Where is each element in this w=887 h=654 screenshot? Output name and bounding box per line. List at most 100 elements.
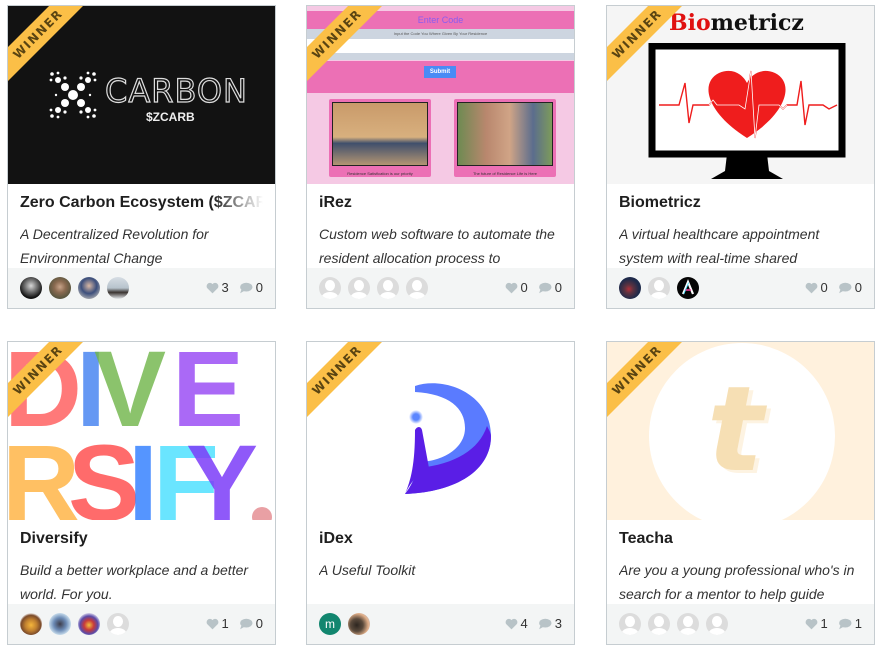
project-title[interactable]: Zero Carbon Ecosystem ($ZCARB): [20, 194, 263, 212]
project-card-diversify[interactable]: WINNER D I V E R S I F Y Diversify Build…: [7, 341, 276, 645]
team-avatars: [619, 613, 728, 635]
like-stat[interactable]: 1: [805, 616, 828, 631]
like-count: 0: [520, 280, 528, 295]
member-avatar-default[interactable]: [677, 613, 699, 635]
project-title[interactable]: Biometricz: [619, 194, 862, 212]
project-card-zero-carbon[interactable]: WINNER CARBON $ZCARB Zero Carbon Ecosyst…: [7, 5, 276, 309]
heart-icon: [206, 618, 218, 629]
member-avatar-default[interactable]: [648, 613, 670, 635]
card-footer: 1 1: [607, 604, 874, 644]
like-stat[interactable]: 4: [505, 616, 528, 631]
comment-stat[interactable]: 0: [538, 280, 562, 295]
project-card-biometricz[interactable]: WINNER Biometricz Biometricz A virtual h…: [606, 5, 875, 309]
svg-text:Y: Y: [186, 422, 258, 520]
member-avatar-default[interactable]: [406, 277, 428, 299]
member-avatar-default[interactable]: [107, 613, 129, 635]
project-thumbnail[interactable]: WINNER: [307, 342, 574, 520]
member-avatar-initial[interactable]: m: [319, 613, 341, 635]
like-count: 4: [520, 616, 528, 631]
irez-photo-right: The future of Residence Life is Here: [454, 99, 556, 177]
like-stat[interactable]: 3: [206, 280, 229, 295]
project-title[interactable]: Diversify: [20, 530, 263, 548]
comment-count: 1: [854, 616, 862, 631]
carbon-brand-text: CARBON: [104, 71, 248, 110]
card-stats: 3 0: [206, 280, 263, 295]
project-thumbnail[interactable]: WINNER CARBON $ZCARB: [8, 6, 275, 184]
member-avatar[interactable]: [619, 277, 641, 299]
project-thumbnail[interactable]: WINNER Enter Code Input the Code You Whe…: [307, 6, 574, 184]
project-tagline: A virtual healthcare appointment system …: [619, 226, 820, 266]
comment-bubble-icon: [538, 282, 552, 293]
project-thumbnail[interactable]: WINNER t: [607, 342, 874, 520]
like-stat[interactable]: 1: [206, 616, 229, 631]
carbon-x-logo-icon: [49, 71, 97, 119]
member-avatar[interactable]: [78, 613, 100, 635]
project-thumbnail[interactable]: WINNER Biometricz: [607, 6, 874, 184]
project-title[interactable]: iRez: [319, 194, 562, 212]
like-stat[interactable]: 0: [505, 280, 528, 295]
member-avatar-default[interactable]: [648, 277, 670, 299]
member-avatar-default[interactable]: [319, 277, 341, 299]
member-avatar[interactable]: [107, 277, 129, 299]
card-footer: m 4 3: [307, 604, 574, 644]
member-avatar[interactable]: [677, 277, 699, 299]
team-avatars: [619, 277, 699, 299]
card-footer: 1 0: [8, 604, 275, 644]
like-count: 3: [221, 280, 229, 295]
member-avatar-default[interactable]: [377, 277, 399, 299]
project-tagline: Are you a young professional who's in se…: [619, 562, 855, 602]
project-card-irez[interactable]: WINNER Enter Code Input the Code You Whe…: [306, 5, 575, 309]
like-count: 1: [221, 616, 229, 631]
carbon-ticker-text: $ZCARB: [146, 110, 195, 124]
member-avatar[interactable]: [20, 277, 42, 299]
card-footer: 3 0: [8, 268, 275, 308]
monitor-heartbeat-icon: [648, 43, 846, 179]
comment-stat[interactable]: 0: [838, 280, 862, 295]
teacha-logo-letter: t: [707, 360, 764, 498]
heart-icon: [505, 282, 517, 293]
biometricz-brand: Biometricz: [669, 10, 804, 36]
project-card-idex[interactable]: WINNER iDex A Useful Toolkit m 4 3: [306, 341, 575, 645]
project-title[interactable]: iDex: [319, 530, 562, 548]
card-stats: 1 0: [206, 616, 263, 631]
card-footer: 0 0: [307, 268, 574, 308]
card-footer: 0 0: [607, 268, 874, 308]
winner-ribbon: WINNER: [307, 342, 388, 421]
letter-a-logo-icon: [681, 279, 695, 295]
card-stats: 1 1: [805, 616, 862, 631]
heart-icon: [505, 618, 517, 629]
project-tagline: Build a better workplace and a better wo…: [20, 562, 249, 602]
comment-count: 3: [554, 616, 562, 631]
member-avatar[interactable]: [49, 613, 71, 635]
member-avatar-default[interactable]: [706, 613, 728, 635]
comment-stat[interactable]: 1: [838, 616, 862, 631]
card-stats: 0 0: [805, 280, 862, 295]
heart-icon: [805, 282, 817, 293]
comment-count: 0: [554, 280, 562, 295]
project-tagline: Custom web software to automate the resi…: [319, 226, 555, 266]
member-avatar[interactable]: [78, 277, 100, 299]
heart-icon: [805, 618, 817, 629]
member-avatar[interactable]: [20, 613, 42, 635]
comment-stat[interactable]: 0: [239, 280, 263, 295]
project-tagline: A Useful Toolkit: [319, 562, 416, 578]
member-avatar-default[interactable]: [619, 613, 641, 635]
comment-stat[interactable]: 0: [239, 616, 263, 631]
member-avatar[interactable]: [348, 613, 370, 635]
project-card-teacha[interactable]: WINNER t Teacha Are you a young professi…: [606, 341, 875, 645]
project-thumbnail[interactable]: WINNER D I V E R S I F Y: [8, 342, 275, 520]
comment-bubble-icon: [239, 282, 253, 293]
irez-code-input: [307, 39, 574, 53]
member-avatar-default[interactable]: [348, 277, 370, 299]
member-avatar[interactable]: [49, 277, 71, 299]
project-title[interactable]: Teacha: [619, 530, 862, 548]
idex-logo-icon: [405, 383, 491, 494]
comment-stat[interactable]: 3: [538, 616, 562, 631]
comment-count: 0: [255, 616, 263, 631]
like-stat[interactable]: 0: [805, 280, 828, 295]
comment-bubble-icon: [538, 618, 552, 629]
irez-photo-left: Residence Satisfication is our priority: [329, 99, 431, 177]
irez-divider: [307, 53, 574, 60]
like-count: 0: [820, 280, 828, 295]
like-count: 1: [820, 616, 828, 631]
